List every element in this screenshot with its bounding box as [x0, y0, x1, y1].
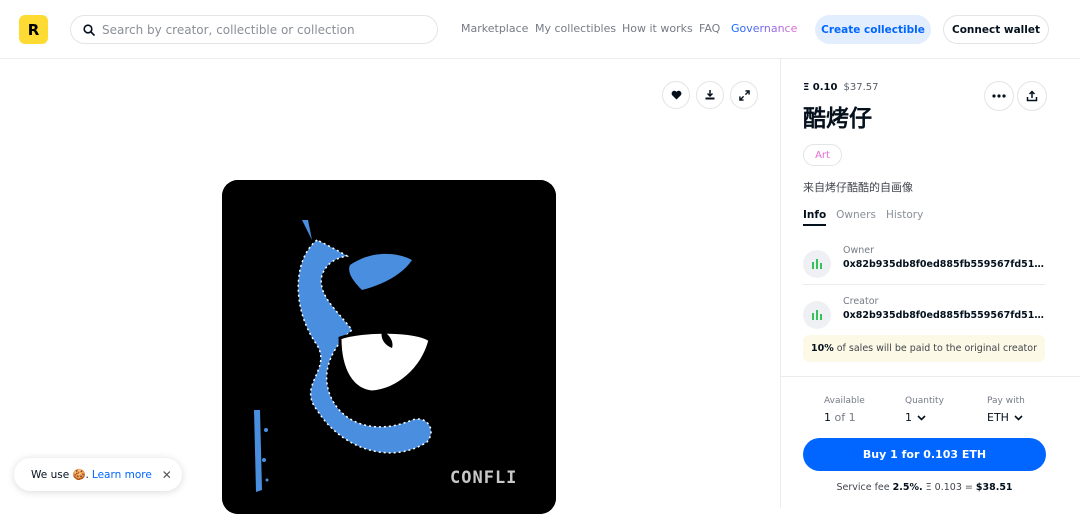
cookie-text: We use 🍪.	[31, 469, 89, 481]
heart-icon	[671, 90, 682, 100]
tab-info[interactable]: Info	[803, 209, 827, 226]
chevron-down-icon	[917, 414, 926, 421]
divider	[803, 284, 1045, 285]
share-button[interactable]	[1017, 81, 1047, 111]
more-dots-icon	[992, 94, 1006, 98]
expand-icon	[738, 89, 750, 101]
category-tag[interactable]: Art	[803, 144, 842, 166]
price-eth: Ξ 0.10	[803, 82, 838, 93]
fee-percent: 2.5%.	[892, 482, 923, 493]
available-label: Available	[824, 396, 865, 406]
royalty-percent: 10%	[810, 343, 834, 354]
buy-button[interactable]: Buy 1 for 0.103 ETH	[803, 438, 1046, 471]
more-options-button[interactable]	[984, 81, 1014, 111]
available-count: 1	[824, 411, 831, 424]
price-usd: $37.57	[843, 82, 879, 93]
royalty-text: of sales will be paid to the original cr…	[836, 343, 1038, 354]
nav-faq[interactable]: FAQ	[699, 22, 720, 35]
tab-history[interactable]: History	[886, 209, 923, 226]
price-row: Ξ 0.10 $37.57	[803, 82, 878, 93]
creator-address[interactable]: 0x82b935db8f0ed885fb559567fd51143...	[843, 310, 1048, 321]
currency-value: ETH	[987, 411, 1009, 424]
create-collectible-button[interactable]: Create collectible	[815, 15, 931, 44]
connect-wallet-button[interactable]: Connect wallet	[943, 15, 1049, 44]
quantity-select[interactable]: 1	[905, 411, 926, 424]
search-bar[interactable]	[70, 15, 438, 44]
cookie-banner: We use 🍪. Learn more ✕	[14, 458, 182, 491]
royalty-notice: 10% of sales will be paid to the origina…	[803, 335, 1045, 362]
close-icon[interactable]: ✕	[162, 468, 172, 482]
download-icon	[704, 89, 716, 101]
currency-select[interactable]: ETH	[987, 411, 1023, 424]
nav-marketplace[interactable]: Marketplace	[461, 22, 528, 35]
share-icon	[1026, 90, 1038, 102]
search-icon	[83, 23, 95, 36]
artwork-watermark: CONFLI	[450, 468, 518, 488]
owner-label: Owner	[843, 245, 875, 256]
nav-how-it-works[interactable]: How it works	[622, 22, 693, 35]
detail-tabs: Info Owners History	[803, 209, 923, 226]
owner-avatar	[803, 250, 831, 278]
tab-owners[interactable]: Owners	[836, 209, 876, 226]
like-button[interactable]	[662, 81, 690, 109]
fee-prefix: Service fee	[836, 482, 890, 493]
artwork-image: CONFLI	[222, 180, 556, 514]
top-header: R Marketplace My collectibles How it wor…	[0, 0, 1080, 59]
fee-calc: Ξ 0.103 =	[925, 482, 973, 493]
learn-more-link[interactable]: Learn more	[92, 469, 152, 481]
creator-avatar	[803, 301, 831, 329]
nav-my-collectibles[interactable]: My collectibles	[535, 22, 616, 35]
download-button[interactable]	[696, 81, 724, 109]
logo-letter: R	[27, 20, 40, 39]
fullscreen-button[interactable]	[730, 81, 758, 109]
available-total: of 1	[834, 411, 856, 424]
quantity-value: 1	[905, 411, 912, 424]
item-detail-panel: Ξ 0.10 $37.57 酷烤仔 Art 来自烤仔酷酷的自画像 Info Ow…	[781, 59, 1080, 508]
available-value: 1 of 1	[824, 411, 856, 424]
purchase-panel: Available 1 of 1 Quantity 1 Pay with ETH…	[781, 376, 1080, 508]
rarible-logo[interactable]: R	[19, 15, 48, 44]
chevron-down-icon	[1014, 414, 1023, 421]
fee-total: $38.51	[975, 482, 1013, 493]
search-input[interactable]	[102, 22, 422, 37]
owner-address[interactable]: 0x82b935db8f0ed885fb559567fd51143...	[843, 259, 1048, 270]
nav-governance[interactable]: Governance	[731, 22, 797, 35]
item-title: 酷烤仔	[803, 106, 872, 132]
creator-label: Creator	[843, 296, 879, 307]
owner-row[interactable]: Owner 0x82b935db8f0ed885fb559567fd51143.…	[803, 245, 1048, 295]
media-panel: CONFLI We use 🍪. Learn more ✕	[0, 59, 780, 514]
service-fee: Service fee 2.5%. Ξ 0.103 = $38.51	[781, 482, 1068, 493]
quantity-label: Quantity	[905, 396, 944, 406]
pay-with-label: Pay with	[987, 396, 1025, 406]
item-description: 来自烤仔酷酷的自画像	[803, 181, 913, 194]
